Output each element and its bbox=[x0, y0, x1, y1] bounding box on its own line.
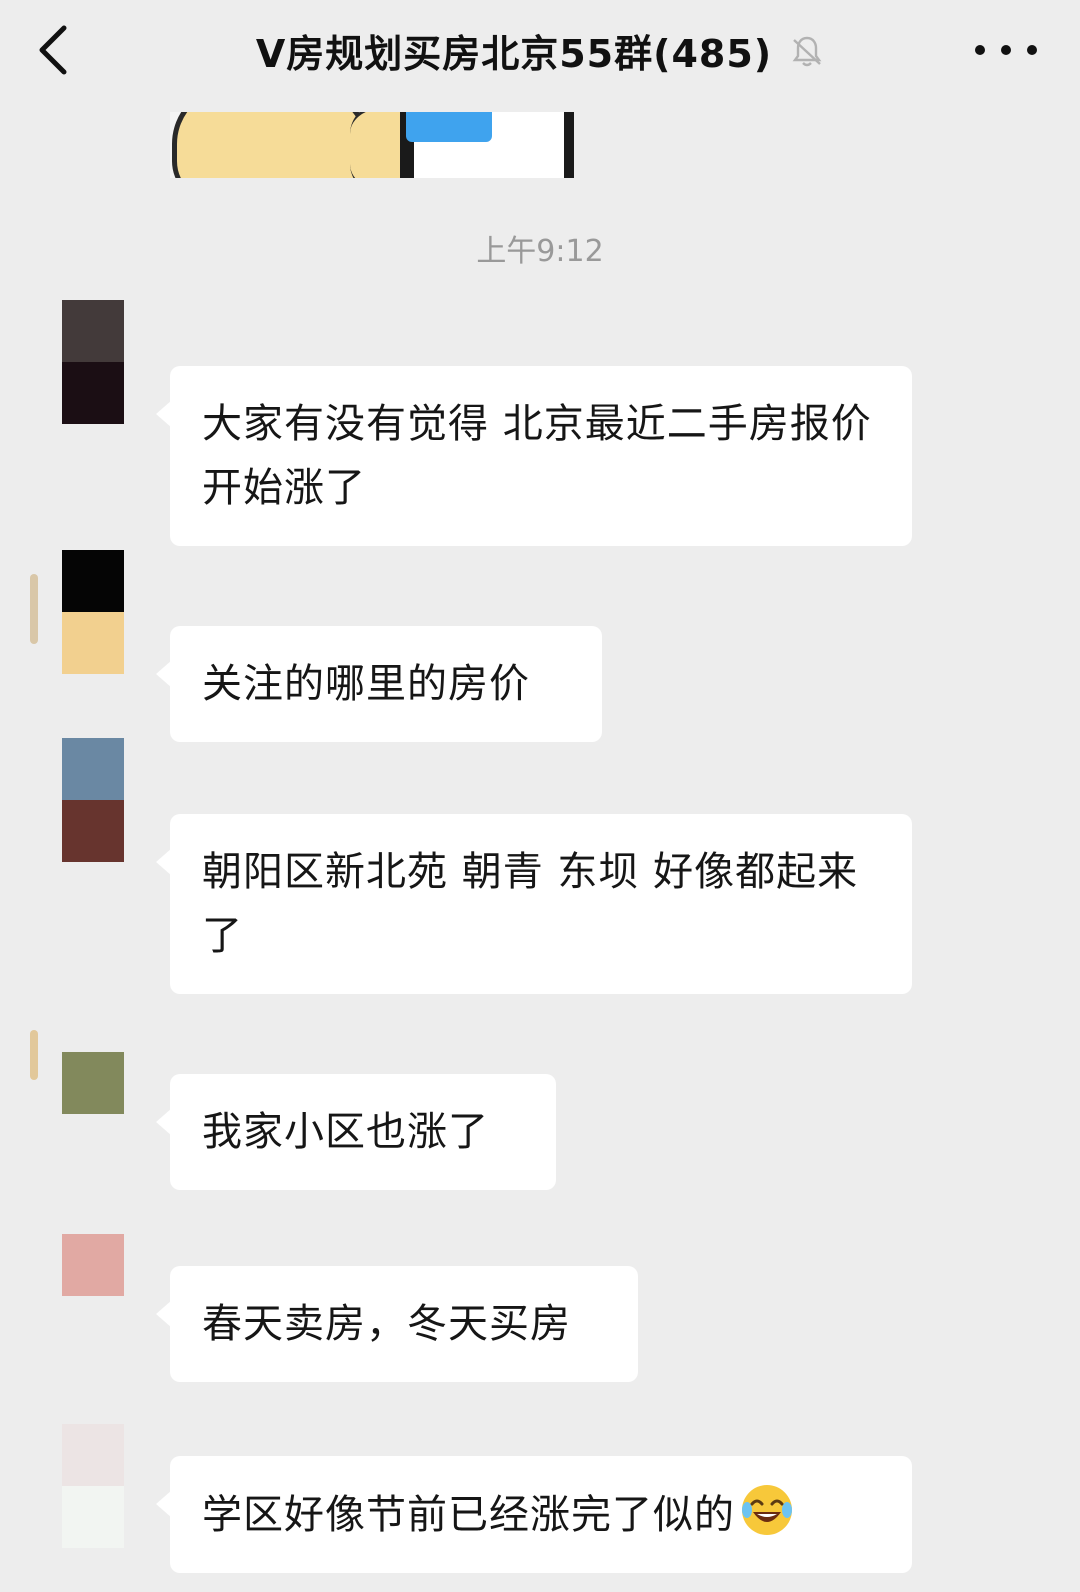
message-text: 朝阳区新北苑 朝青 东坝 好像都起来了 bbox=[202, 849, 859, 959]
avatar[interactable] bbox=[62, 300, 124, 424]
message-bubble[interactable]: 学区好像节前已经涨完了似的 bbox=[156, 1456, 912, 1573]
avatar[interactable] bbox=[62, 1052, 124, 1114]
avatar-top bbox=[62, 550, 124, 612]
message-timestamp: 上午9:12 bbox=[476, 234, 604, 269]
avatar-edge bbox=[30, 1030, 38, 1080]
avatar-top bbox=[62, 1234, 124, 1296]
laughing-tears-emoji-icon bbox=[742, 1485, 792, 1535]
message-bubble[interactable]: 我家小区也涨了 bbox=[156, 1074, 556, 1190]
message-text: 春天卖房，冬天买房 bbox=[202, 1301, 571, 1347]
bell-muted-icon bbox=[792, 36, 822, 67]
avatar-top bbox=[62, 300, 124, 362]
message-bubble[interactable]: 朝阳区新北苑 朝青 东坝 好像都起来了 bbox=[156, 814, 912, 994]
avatar[interactable] bbox=[62, 1424, 124, 1548]
chat-screen: V房规划买房北京55群(485) 上午9:12 大家有没有觉得 北京最近二手房报… bbox=[0, 0, 1080, 1592]
avatar-bottom bbox=[62, 800, 124, 862]
message-text: 我家小区也涨了 bbox=[202, 1109, 489, 1155]
message-text: 学区好像节前已经涨完了似的 bbox=[202, 1492, 735, 1538]
avatar-top bbox=[62, 1424, 124, 1486]
more-button[interactable] bbox=[968, 20, 1044, 80]
back-button[interactable] bbox=[24, 18, 88, 82]
top-bar: V房规划买房北京55群(485) bbox=[0, 0, 1080, 100]
title-wrap: V房规划买房北京55群(485) bbox=[110, 18, 970, 82]
avatar[interactable] bbox=[62, 738, 124, 862]
avatar-bottom bbox=[62, 362, 124, 424]
chat-title: V房规划买房北京55群(485) bbox=[255, 31, 773, 76]
avatar-top bbox=[62, 1052, 124, 1114]
image-message-thumbnail[interactable] bbox=[170, 112, 574, 178]
message-bubble[interactable]: 春天卖房，冬天买房 bbox=[156, 1266, 638, 1382]
image-art-shape bbox=[172, 112, 372, 178]
avatar-bottom bbox=[62, 1486, 124, 1548]
more-dots-icon bbox=[975, 45, 1037, 55]
message-bubble[interactable]: 关注的哪里的房价 bbox=[156, 626, 602, 742]
message-text: 大家有没有觉得 北京最近二手房报价开始涨了 bbox=[202, 401, 872, 511]
avatar-edge bbox=[30, 574, 38, 644]
chevron-left-icon bbox=[39, 25, 67, 75]
image-art-badge bbox=[406, 112, 492, 142]
avatar[interactable] bbox=[62, 1234, 124, 1296]
avatar-bottom bbox=[62, 612, 124, 674]
message-text: 关注的哪里的房价 bbox=[202, 661, 530, 707]
avatar-top bbox=[62, 738, 124, 800]
avatar[interactable] bbox=[62, 550, 124, 674]
message-bubble[interactable]: 大家有没有觉得 北京最近二手房报价开始涨了 bbox=[156, 366, 912, 546]
